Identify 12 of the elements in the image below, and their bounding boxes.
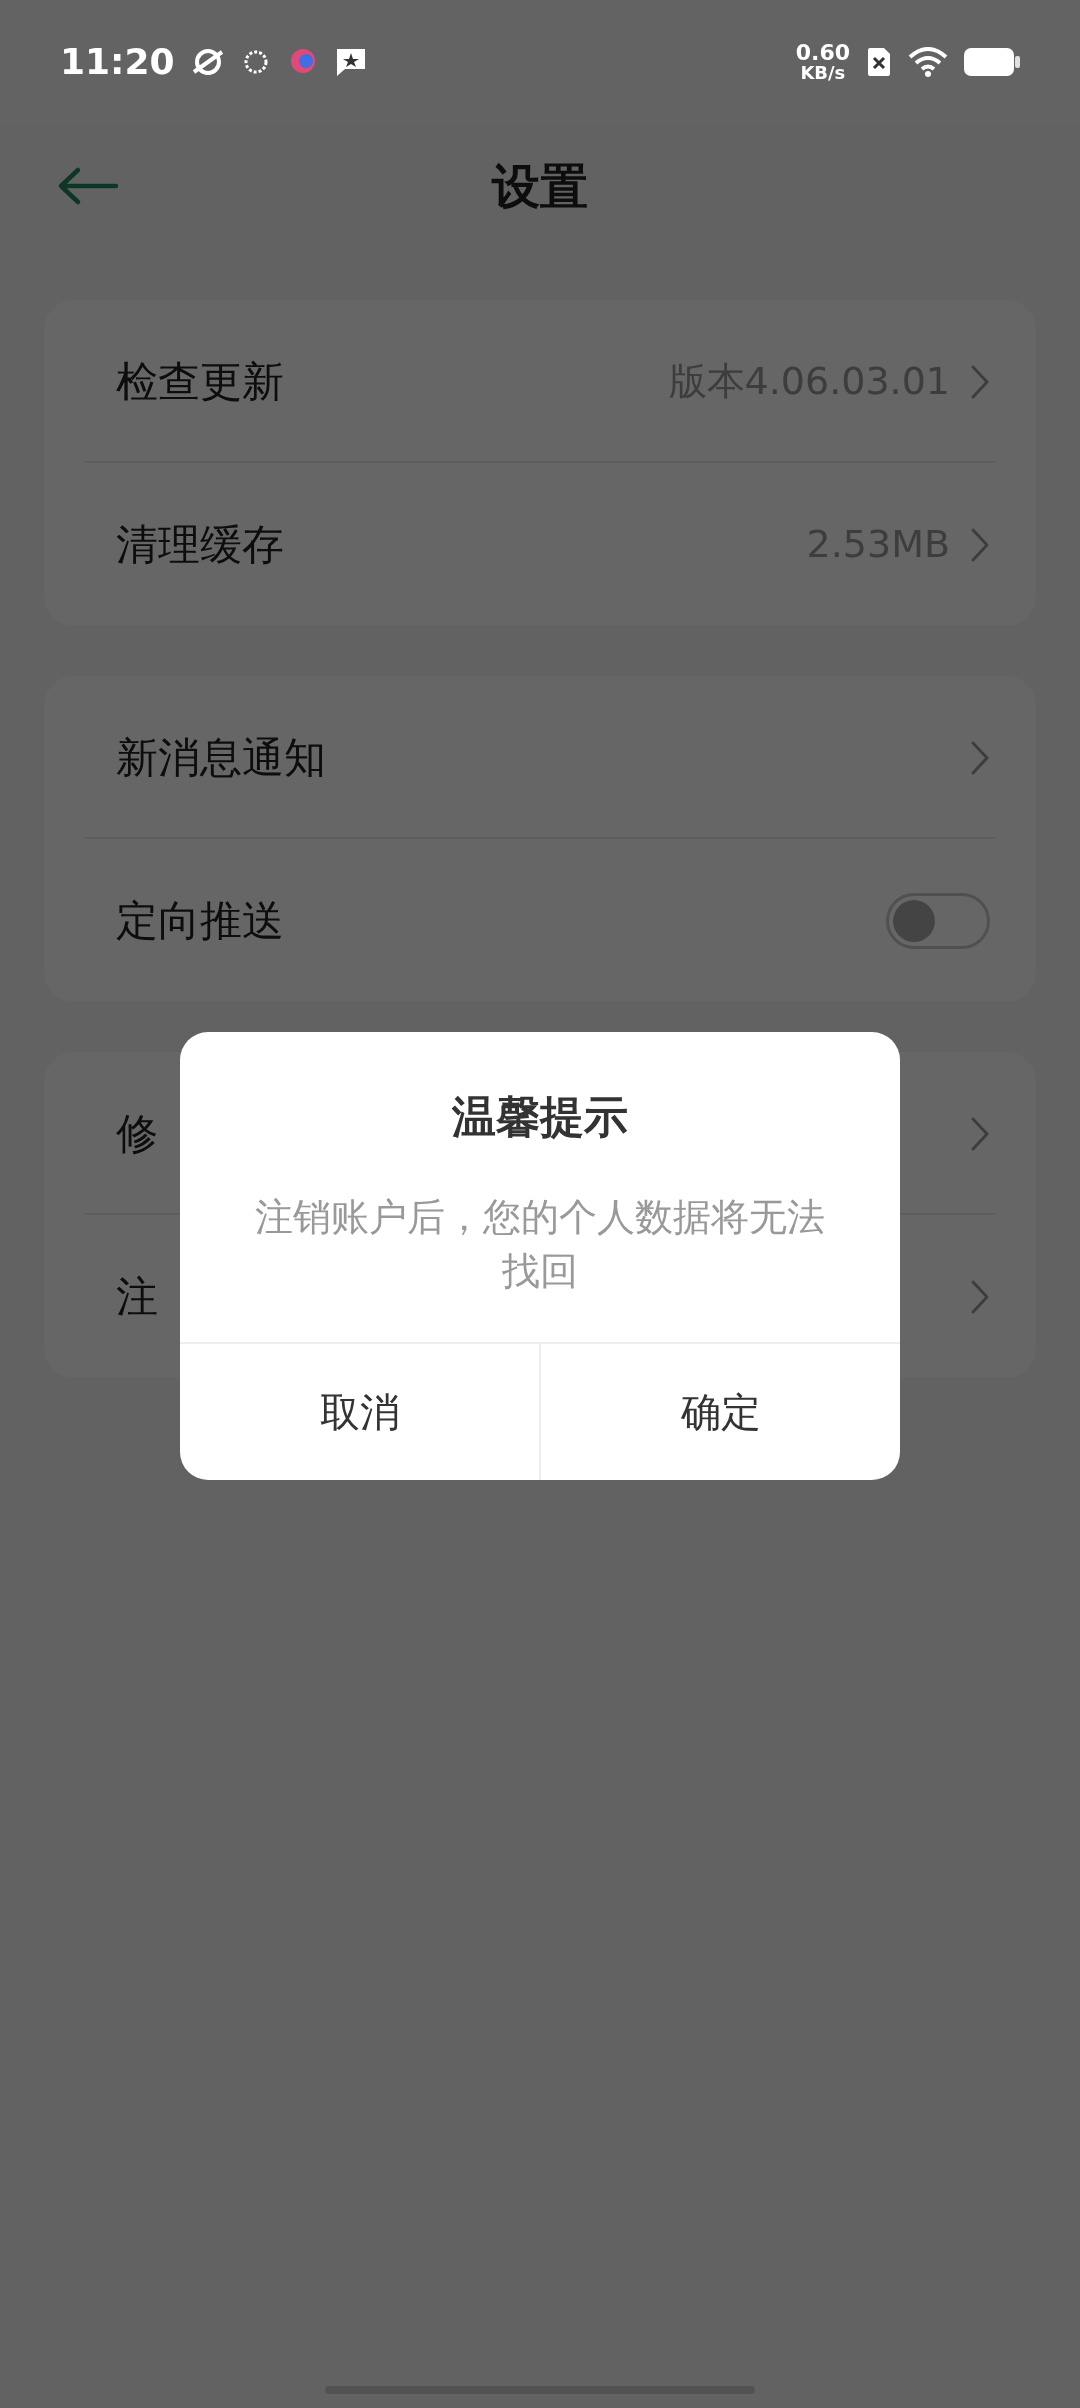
row-label: 检查更新 [116, 356, 284, 408]
row-label: 修 [116, 1108, 158, 1160]
row-label: 清理缓存 [116, 519, 284, 571]
row-label: 定向推送 [116, 895, 284, 947]
dialog-message: 注销账户后，您的个人数据将无法找回 [254, 1194, 826, 1295]
page-title: 设置 [492, 157, 588, 216]
network-speed-unit: KB/s [800, 64, 846, 82]
dialog-title: 温馨提示 [451, 1090, 629, 1144]
row-label: 新消息通知 [116, 732, 326, 784]
row-label: 注 [116, 1271, 158, 1323]
clock: 11:20 [60, 40, 175, 84]
network-speed: 0.60 [795, 42, 850, 64]
